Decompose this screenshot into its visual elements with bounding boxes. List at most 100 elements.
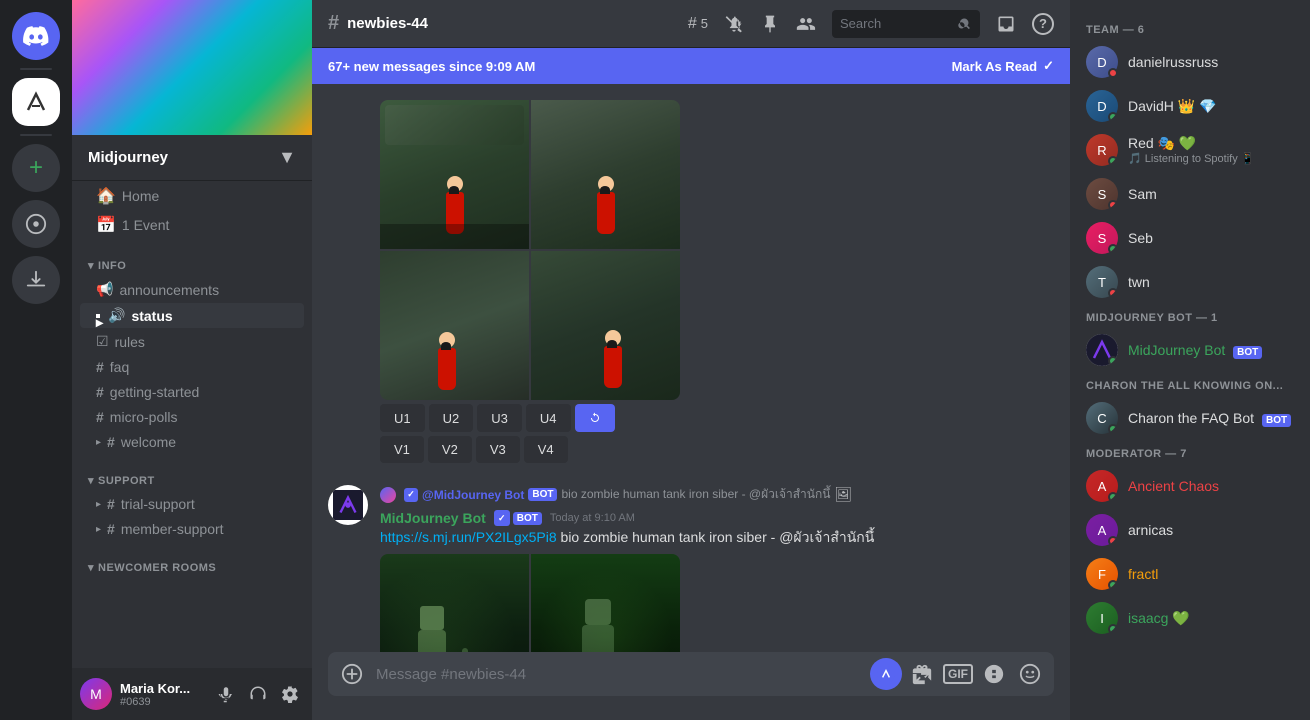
channel-trial-support[interactable]: ▸ # trial-support [80,492,304,516]
rules-icon: ☑ [96,333,109,350]
gift-icon [911,663,933,685]
crown-icon: 👑 [1178,98,1195,114]
download-icon[interactable] [12,256,60,304]
member-sam[interactable]: S Sam [1078,172,1302,216]
danielrussruss-avatar: D [1086,46,1118,78]
member-ancient-chaos[interactable]: A Ancient Chaos [1078,464,1302,508]
icon-bar-divider-2 [20,134,52,136]
ancient-chaos-name: Ancient Chaos [1128,478,1219,494]
mark-as-read-button[interactable]: Mark As Read ✓ [952,58,1054,74]
inbox-button[interactable] [996,14,1016,34]
channel-member-support[interactable]: ▸ # member-support [80,517,304,541]
section-newcomer-header[interactable]: ▾ NEWCOMER ROOMS [72,557,312,578]
charon-avatar: C [1086,402,1118,434]
mention-content: bio zombie human tank iron siber - @ผัวเ… [561,485,830,504]
thread-count-button[interactable]: # 5 [688,15,708,33]
chat-messages-container: U1 U2 U3 U4 V1 V2 V3 V4 [312,84,1070,652]
zombie-cell-1[interactable] [380,554,529,652]
explore-icon[interactable] [12,200,60,248]
add-attachment-button[interactable] [336,658,368,690]
member-red[interactable]: R Red 🎭 💚 🎵 Listening to Spotify 📱 [1078,128,1302,172]
member-charon-bot[interactable]: C Charon the FAQ Bot BOT [1078,396,1302,440]
emoji-button[interactable] [1014,658,1046,690]
message-input[interactable] [368,656,870,693]
user-area: M Maria Kor... #0639 [72,668,312,720]
settings-button[interactable] [276,680,304,708]
v3-button[interactable]: V3 [476,436,520,463]
refresh-button[interactable] [575,404,615,432]
midjourney-server-icon[interactable] [12,78,60,126]
member-danielrussruss[interactable]: D danielrussruss [1078,40,1302,84]
u2-button[interactable]: U2 [429,404,474,432]
member-fractl[interactable]: F fractl [1078,552,1302,596]
channel-announcements[interactable]: 📢 announcements [80,277,304,302]
member-bullet-icon: ▸ [96,524,101,535]
mention-bot-tag: BOT [528,488,557,501]
channel-section-support: ▾ SUPPORT ▸ # trial-support ▸ # member-s… [72,470,312,541]
zombie-image-grid [380,554,680,652]
bot-badge: BOT [513,512,542,525]
charon-section-header: CHARON THE ALL KNOWING ON... [1078,372,1302,396]
new-messages-banner[interactable]: 67+ new messages since 9:09 AM Mark As R… [312,48,1070,84]
image-cell-3[interactable] [380,251,529,400]
v2-button[interactable]: V2 [428,436,472,463]
member-isaacg[interactable]: I isaacg 💚 [1078,596,1302,640]
member-seb[interactable]: S Seb [1078,216,1302,260]
channel-header-info: # newbies-44 [328,12,428,35]
discord-home-icon[interactable] [12,12,60,60]
member-twn[interactable]: T twn [1078,260,1302,304]
channel-welcome[interactable]: ▸ # welcome [80,430,304,454]
microphone-button[interactable] [212,680,240,708]
channel-getting-started[interactable]: # getting-started [80,380,304,404]
main-chat-area: # newbies-44 # 5 [312,0,1070,720]
search-input[interactable] [840,16,952,31]
help-button[interactable]: ? [1032,13,1054,35]
image-cell-4[interactable] [531,251,680,400]
home-icon: 🏠 [96,186,116,206]
sticker-button[interactable] [978,658,1010,690]
members-button[interactable] [796,14,816,34]
v1-button[interactable]: V1 [380,436,424,463]
support-collapse-icon: ▾ [88,474,94,487]
trial-bullet-icon: ▸ [96,499,101,510]
channel-home[interactable]: 🏠 Home [80,182,304,210]
announcements-icon: 📢 [96,281,113,298]
davidh-status [1108,112,1118,122]
gift-button[interactable] [906,658,938,690]
headset-button[interactable] [244,680,272,708]
u1-button[interactable]: U1 [380,404,425,432]
server-name-header[interactable]: Midjourney ▼ [72,135,312,181]
message-link[interactable]: https://s.mj.run/PX2ILgx5Pi8 [380,529,557,545]
member-arnicas[interactable]: A arnicas [1078,508,1302,552]
channel-micro-polls[interactable]: # micro-polls [80,405,304,429]
search-bar[interactable] [832,10,980,38]
channel-rules[interactable]: ☑ rules [80,329,304,354]
v4-button[interactable]: V4 [524,436,568,463]
newcomer-collapse-icon: ▾ [88,561,94,574]
emoji-icon [1019,663,1041,685]
mute-button[interactable] [724,14,744,34]
u4-button[interactable]: U4 [526,404,571,432]
member-midjourney-bot[interactable]: MidJourney Bot BOT [1078,328,1302,372]
midjourney-bot-icon[interactable] [870,658,902,690]
image-cell-2[interactable] [531,100,680,249]
add-server-icon[interactable]: + [12,144,60,192]
channel-event[interactable]: 📅 1 Event [80,211,304,239]
member-davidh[interactable]: D DavidH 👑 💎 [1078,84,1302,128]
variation-buttons-row: V1 V2 V3 V4 [380,436,1054,463]
pin-button[interactable] [760,14,780,34]
channel-status[interactable]: ▸ 🔊 status [80,303,304,328]
section-support-header[interactable]: ▾ SUPPORT [72,470,312,491]
bot-status [1108,356,1118,366]
zombie-cell-2[interactable] [531,554,680,652]
charon-name: Charon the FAQ Bot BOT [1128,410,1291,426]
server-icon-bar: + [0,0,72,720]
gif-button[interactable]: GIF [942,658,974,690]
chat-input-actions: GIF [870,658,1046,690]
red-status [1108,156,1118,166]
image-cell-1[interactable] [380,100,529,249]
u3-button[interactable]: U3 [477,404,522,432]
section-info-header[interactable]: ▾ INFO [72,255,312,276]
channel-faq[interactable]: # faq [80,355,304,379]
charon-bot-tag: BOT [1262,414,1291,427]
